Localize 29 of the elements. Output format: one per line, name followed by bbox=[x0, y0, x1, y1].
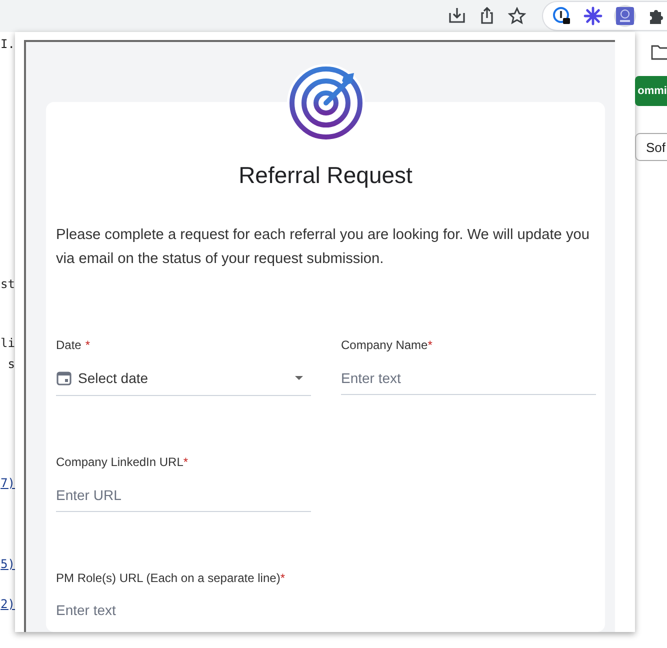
page-text: st bbox=[0, 276, 15, 292]
intro-text: Please complete a request for each referral you are looking for. We will update you via email on the status of your request submission. bbox=[56, 226, 591, 269]
field-label: PM Role(s) URL (Each on a separate line)* bbox=[56, 570, 286, 586]
commit-button[interactable]: ommi bbox=[635, 76, 667, 106]
field-label: Company LinkedIn URL* bbox=[56, 454, 190, 470]
page-link[interactable]: 5) bbox=[0, 556, 15, 572]
sort-button[interactable]: Sof bbox=[635, 133, 667, 161]
star-icon[interactable] bbox=[508, 7, 526, 25]
extension-square-icon[interactable] bbox=[616, 7, 634, 25]
text-field[interactable]: Enter text bbox=[341, 361, 596, 395]
text-area[interactable]: Enter text bbox=[56, 594, 311, 632]
page-link[interactable]: 2) bbox=[0, 596, 15, 612]
asterisk-icon[interactable] bbox=[583, 6, 604, 26]
page-text: li bbox=[0, 335, 15, 351]
page-text: I. bbox=[0, 36, 15, 52]
field-label: Company Name* bbox=[341, 337, 434, 353]
folder-icon bbox=[651, 44, 667, 60]
page-text: s bbox=[6, 356, 15, 372]
lock-icon[interactable] bbox=[552, 6, 572, 26]
field-label: Date * bbox=[56, 337, 92, 353]
page-link[interactable]: 7) bbox=[0, 475, 15, 491]
share-icon[interactable] bbox=[478, 7, 496, 25]
date-select[interactable]: Select date bbox=[56, 361, 311, 396]
caret-icon bbox=[295, 376, 303, 380]
download-icon[interactable] bbox=[448, 7, 466, 25]
calendar-icon bbox=[56, 370, 72, 386]
puzzle-icon[interactable] bbox=[647, 7, 666, 25]
text-field[interactable]: Enter URL bbox=[56, 478, 311, 512]
form-title: Referral Request bbox=[238, 162, 414, 189]
